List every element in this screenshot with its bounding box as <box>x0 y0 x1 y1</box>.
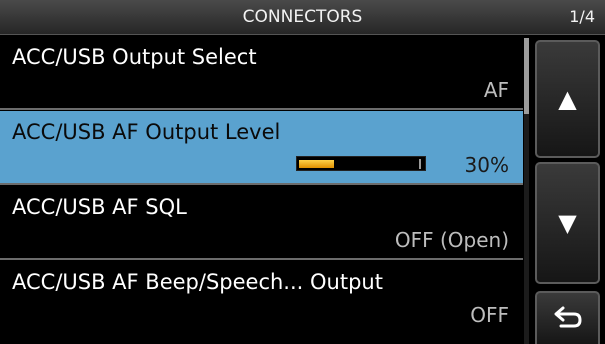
scroll-down-button[interactable]: ▼ <box>535 162 600 284</box>
scroll-up-button[interactable]: ▲ <box>535 40 600 158</box>
output-level-fill <box>299 160 334 168</box>
item-value: OFF <box>470 303 509 327</box>
return-arrow-icon <box>537 305 598 333</box>
connectors-menu-screen: CONNECTORS 1/4 ACC/USB Output Select AF … <box>0 0 605 344</box>
list-item-acc-usb-af-sql[interactable]: ACC/USB AF SQL OFF (Open) <box>0 186 523 260</box>
scroll-thumb[interactable] <box>524 38 529 114</box>
list-item-acc-usb-af-beep-speech-output[interactable]: ACC/USB AF Beep/Speech... Output OFF <box>0 261 523 335</box>
page-title: CONNECTORS <box>242 7 363 27</box>
list-scrollbar[interactable] <box>524 38 529 344</box>
list-item-acc-usb-af-output-level[interactable]: ACC/USB AF Output Level 30% <box>0 111 523 185</box>
item-value: OFF (Open) <box>394 228 509 252</box>
item-value: AF <box>483 78 509 102</box>
item-value: 30% <box>464 153 509 177</box>
list-item-acc-usb-output-select[interactable]: ACC/USB Output Select AF <box>0 36 523 110</box>
output-level-end-marker <box>419 159 421 169</box>
back-button[interactable] <box>535 291 600 344</box>
item-label: ACC/USB AF Output Level <box>12 120 281 144</box>
item-label: ACC/USB AF SQL <box>12 195 187 219</box>
title-bar: CONNECTORS 1/4 <box>0 0 605 35</box>
item-label: ACC/USB AF Beep/Speech... Output <box>12 270 383 294</box>
page-indicator: 1/4 <box>569 7 595 26</box>
down-triangle-icon: ▼ <box>558 209 577 237</box>
output-level-bar <box>296 156 426 171</box>
settings-list: ACC/USB Output Select AF ACC/USB AF Outp… <box>0 36 528 344</box>
up-triangle-icon: ▲ <box>558 85 577 113</box>
item-label: ACC/USB Output Select <box>12 45 257 69</box>
